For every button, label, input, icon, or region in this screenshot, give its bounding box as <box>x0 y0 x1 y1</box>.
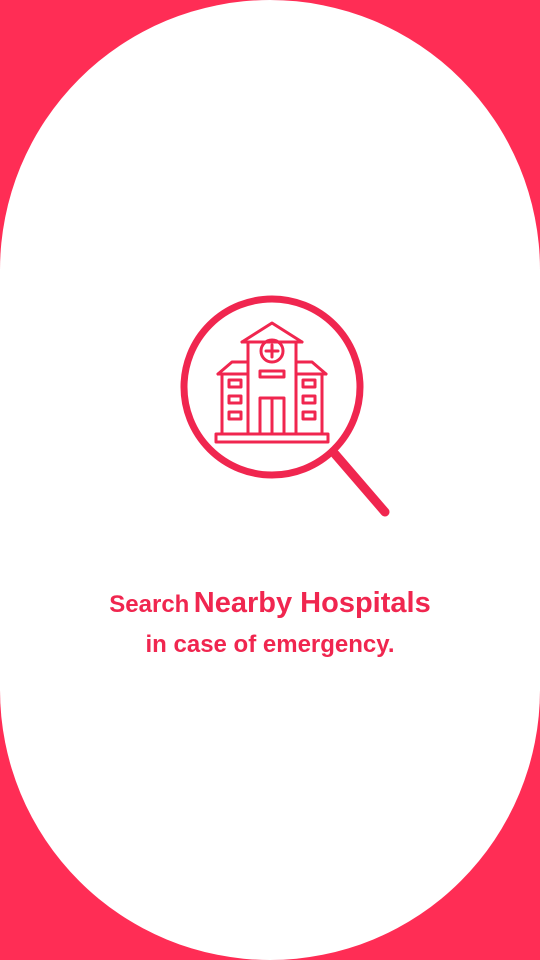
onboarding-headline: Search Nearby Hospitals in case of emerg… <box>0 583 540 662</box>
hospital-search-icon <box>180 295 390 517</box>
headline-emphasis: Nearby Hospitals <box>193 587 431 619</box>
headline-lead: Search <box>109 591 190 618</box>
headline-subline: in case of emergency. <box>145 631 395 658</box>
headline-line: Search Nearby Hospitals <box>0 583 540 628</box>
onboarding-card: Search Nearby Hospitals in case of emerg… <box>0 0 540 960</box>
